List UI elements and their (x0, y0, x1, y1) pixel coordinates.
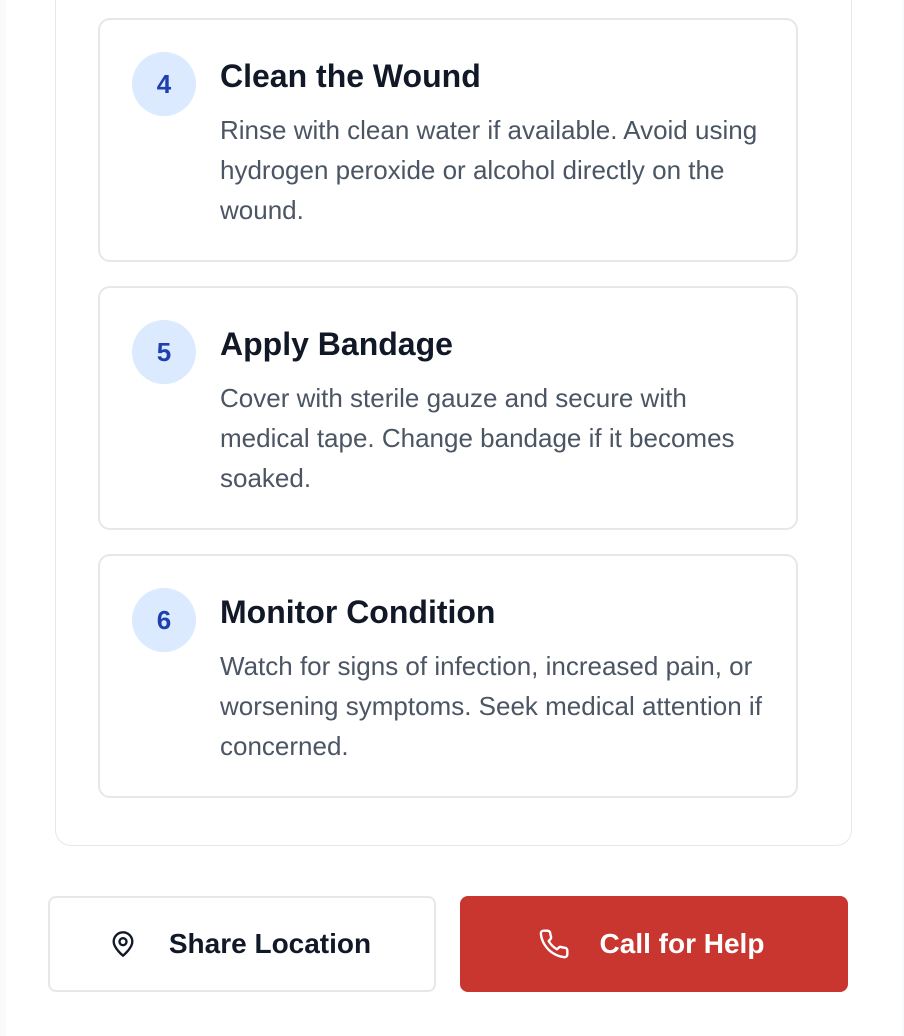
step-content: Clean the Wound Rinse with clean water i… (220, 56, 780, 230)
step-number-badge: 5 (132, 320, 196, 384)
call-for-help-label: Call for Help (599, 928, 765, 959)
step-card: 5 Apply Bandage Cover with sterile gauze… (98, 286, 798, 530)
map-pin-icon (107, 928, 139, 960)
share-location-label: Share Location (168, 928, 372, 959)
call-for-help-button[interactable]: Call for Help (460, 896, 848, 992)
action-buttons: Share Location Call for Help (48, 896, 848, 992)
step-title: Apply Bandage (220, 326, 453, 362)
step-card: 4 Clean the Wound Rinse with clean water… (98, 18, 798, 262)
step-title: Monitor Condition (220, 594, 496, 630)
step-card: 6 Monitor Condition Watch for signs of i… (98, 554, 798, 798)
step-description: Watch for signs of infection, increased … (220, 651, 762, 761)
step-content: Monitor Condition Watch for signs of inf… (220, 592, 780, 766)
step-number-badge: 4 (132, 52, 196, 116)
share-location-button[interactable]: Share Location (48, 896, 436, 992)
step-description: Rinse with clean water if available. Avo… (220, 115, 758, 225)
phone-icon (538, 928, 570, 960)
step-description: Cover with sterile gauze and secure with… (220, 383, 735, 493)
step-content: Apply Bandage Cover with sterile gauze a… (220, 324, 780, 498)
step-title: Clean the Wound (220, 58, 481, 94)
steps-list: 4 Clean the Wound Rinse with clean water… (98, 18, 798, 822)
step-number-badge: 6 (132, 588, 196, 652)
